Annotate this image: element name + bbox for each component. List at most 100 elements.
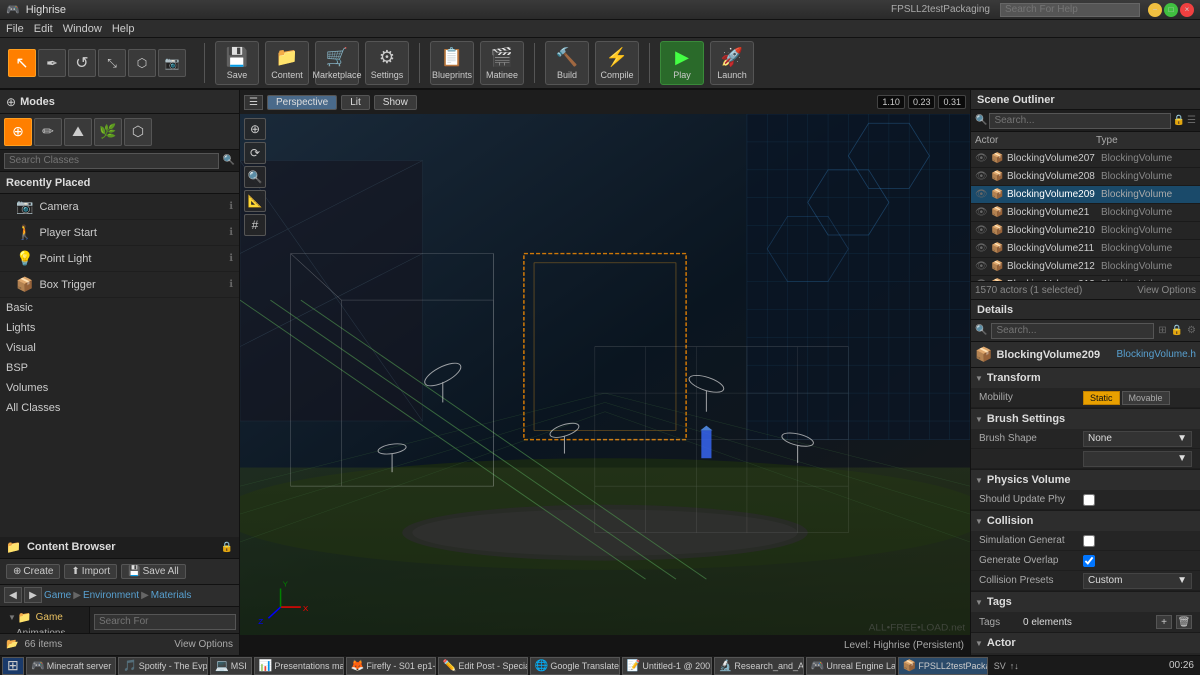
boxtrigger-item[interactable]: 📦 Box Trigger ℹ — [0, 272, 239, 298]
content-button[interactable]: 📁 Content — [265, 41, 309, 85]
paint-tool[interactable]: ✏ — [34, 118, 62, 146]
taskbar-translate[interactable]: 🌐 Google Translate - ... — [530, 657, 620, 675]
show-button[interactable]: Show — [374, 95, 417, 110]
breadcrumb-game[interactable]: Game — [44, 590, 71, 601]
minimize-button[interactable]: − — [1148, 3, 1162, 17]
compile-button[interactable]: ⚡ Compile — [595, 41, 639, 85]
menu-file[interactable]: File — [6, 23, 24, 35]
view-options-button[interactable]: View Options — [1137, 285, 1196, 296]
details-search-input[interactable] — [991, 323, 1154, 339]
taskbar-spotify[interactable]: 🎵 Spotify - The Evpa... — [118, 657, 208, 675]
vp-move-button[interactable]: ⊕ — [244, 118, 266, 140]
outliner-options-icon[interactable]: ☰ — [1187, 115, 1196, 126]
viewport-options-button[interactable]: ☰ — [244, 95, 263, 110]
viewport-scene[interactable]: X Y Z ALL•FREE•LOAD.net — [240, 114, 970, 635]
details-lock-icon[interactable]: 🔒 — [1171, 325, 1183, 336]
breadcrumb-environment[interactable]: Environment — [83, 590, 139, 601]
search-classes-input[interactable] — [4, 153, 219, 169]
rotate-tool[interactable]: ↺ — [68, 49, 96, 77]
perspective-button[interactable]: Perspective — [267, 95, 337, 110]
launch-button[interactable]: 🚀 Launch — [710, 41, 754, 85]
outliner-row-21[interactable]: 👁 📦 BlockingVolume21 BlockingVolume — [971, 204, 1200, 222]
tree-animations[interactable]: Animations — [0, 626, 89, 634]
tool5[interactable]: ⬡ — [128, 49, 156, 77]
cb-saveall-button[interactable]: 💾Save All — [121, 564, 186, 579]
collision-presets-dropdown[interactable]: Custom ▼ — [1083, 573, 1192, 589]
select-tool[interactable]: ↖ — [8, 49, 36, 77]
cat-volumes[interactable]: Volumes — [0, 378, 239, 398]
movable-button[interactable]: Movable — [1122, 391, 1170, 405]
outliner-row-210[interactable]: 👁 📦 BlockingVolume210 BlockingVolume — [971, 222, 1200, 240]
tree-game[interactable]: ▼📁Game — [0, 609, 89, 626]
place-tool[interactable]: ⊕ — [4, 118, 32, 146]
taskbar-fpsll2[interactable]: 📦 FPSLL2testPackagi... — [898, 657, 988, 675]
sim-generates-checkbox[interactable] — [1083, 535, 1095, 547]
object-link[interactable]: BlockingVolume.h — [1117, 349, 1197, 360]
details-grid-icon[interactable]: ⊞ — [1158, 325, 1166, 336]
pointlight-item[interactable]: 💡 Point Light ℹ — [0, 246, 239, 272]
details-settings-icon[interactable]: ⚙ — [1187, 325, 1196, 336]
cb-forward-button[interactable]: ▶ — [24, 587, 42, 603]
brush-shape-dropdown[interactable]: None ▼ — [1083, 431, 1192, 447]
playerstart-item[interactable]: 🚶 Player Start ℹ — [0, 220, 239, 246]
viewport[interactable]: ☰ Perspective Lit Show 1.10 0.23 0.31 — [240, 90, 970, 655]
taskbar-minecraft[interactable]: 🎮 Minecraft server — [26, 657, 116, 675]
matinee-button[interactable]: 🎬 Matinee — [480, 41, 524, 85]
brush-settings-header[interactable]: ▼ Brush Settings — [971, 409, 1200, 429]
static-button[interactable]: Static — [1083, 391, 1120, 405]
vp-grid-button[interactable]: # — [244, 214, 266, 236]
save-button[interactable]: 💾 Save — [215, 41, 259, 85]
start-button[interactable]: ⊞ — [2, 657, 24, 675]
menu-edit[interactable]: Edit — [34, 23, 53, 35]
collision-header[interactable]: ▼ Collision — [971, 511, 1200, 531]
cb-back-button[interactable]: ◀ — [4, 587, 22, 603]
cb-import-button[interactable]: ⬆Import — [64, 564, 117, 579]
outliner-row-212[interactable]: 👁 📦 BlockingVolume212 BlockingVolume — [971, 258, 1200, 276]
tags-header[interactable]: ▼ Tags — [971, 592, 1200, 612]
marketplace-button[interactable]: 🛒 Marketplace — [315, 41, 359, 85]
vp-snap-button[interactable]: 📐 — [244, 190, 266, 212]
build-button[interactable]: 🔨 Build — [545, 41, 589, 85]
physics-volume-header[interactable]: ▼ Physics Volume — [971, 470, 1200, 490]
maximize-button[interactable]: □ — [1164, 3, 1178, 17]
cat-basic[interactable]: Basic — [0, 298, 239, 318]
transform-header[interactable]: ▼ Transform — [971, 368, 1200, 388]
move-tool[interactable]: ✒ — [38, 49, 66, 77]
taskbar-msi[interactable]: 💻 MSI — [210, 657, 252, 675]
geometry-tool[interactable]: ⬡ — [124, 118, 152, 146]
landscape-tool[interactable]: ⛰ — [64, 118, 92, 146]
menu-help[interactable]: Help — [112, 23, 135, 35]
cb-search-input[interactable] — [94, 614, 236, 630]
blueprints-button[interactable]: 📋 Blueprints — [430, 41, 474, 85]
actor-header[interactable]: ▼ Actor — [971, 633, 1200, 653]
menu-window[interactable]: Window — [63, 23, 102, 35]
settings-button[interactable]: ⚙ Settings — [365, 41, 409, 85]
outliner-search-input[interactable] — [989, 113, 1170, 129]
lit-button[interactable]: Lit — [341, 95, 370, 110]
close-button[interactable]: × — [1180, 3, 1194, 17]
should-update-checkbox[interactable] — [1083, 494, 1095, 506]
taskbar-presentations[interactable]: 📊 Presentations mat... — [254, 657, 344, 675]
outliner-row-211[interactable]: 👁 📦 BlockingVolume211 BlockingVolume — [971, 240, 1200, 258]
help-search[interactable] — [1000, 3, 1140, 17]
outliner-row-207[interactable]: 👁 📦 BlockingVolume207 BlockingVolume — [971, 150, 1200, 168]
generate-overlap-checkbox[interactable] — [1083, 555, 1095, 567]
camera-tool[interactable]: 📷 — [158, 49, 186, 77]
cat-lights[interactable]: Lights — [0, 318, 239, 338]
camera-item[interactable]: 📷 Camera ℹ — [0, 194, 239, 220]
taskbar-research[interactable]: 🔬 Research_and_An... — [714, 657, 804, 675]
play-button[interactable]: ▶ Play — [660, 41, 704, 85]
vp-orbit-button[interactable]: ⟳ — [244, 142, 266, 164]
cat-bsp[interactable]: BSP — [0, 358, 239, 378]
view-options-button[interactable]: View Options — [174, 639, 233, 650]
outliner-row-209[interactable]: 👁 📦 BlockingVolume209 BlockingVolume — [971, 186, 1200, 204]
foliage-tool[interactable]: 🌿 — [94, 118, 122, 146]
scale-tool[interactable]: ⤡ — [98, 49, 126, 77]
taskbar-editpost[interactable]: ✏️ Edit Post - Speciali... — [438, 657, 528, 675]
brush-extra-dropdown[interactable]: ▼ — [1083, 451, 1192, 467]
vp-zoom-button[interactable]: 🔍 — [244, 166, 266, 188]
outliner-row-208[interactable]: 👁 📦 BlockingVolume208 BlockingVolume — [971, 168, 1200, 186]
cb-create-button[interactable]: ⊕Create — [6, 564, 60, 579]
tags-add-button[interactable]: + — [1156, 615, 1172, 629]
taskbar-firefly[interactable]: 🦊 Firefly - S01 ep1-14 — [346, 657, 436, 675]
